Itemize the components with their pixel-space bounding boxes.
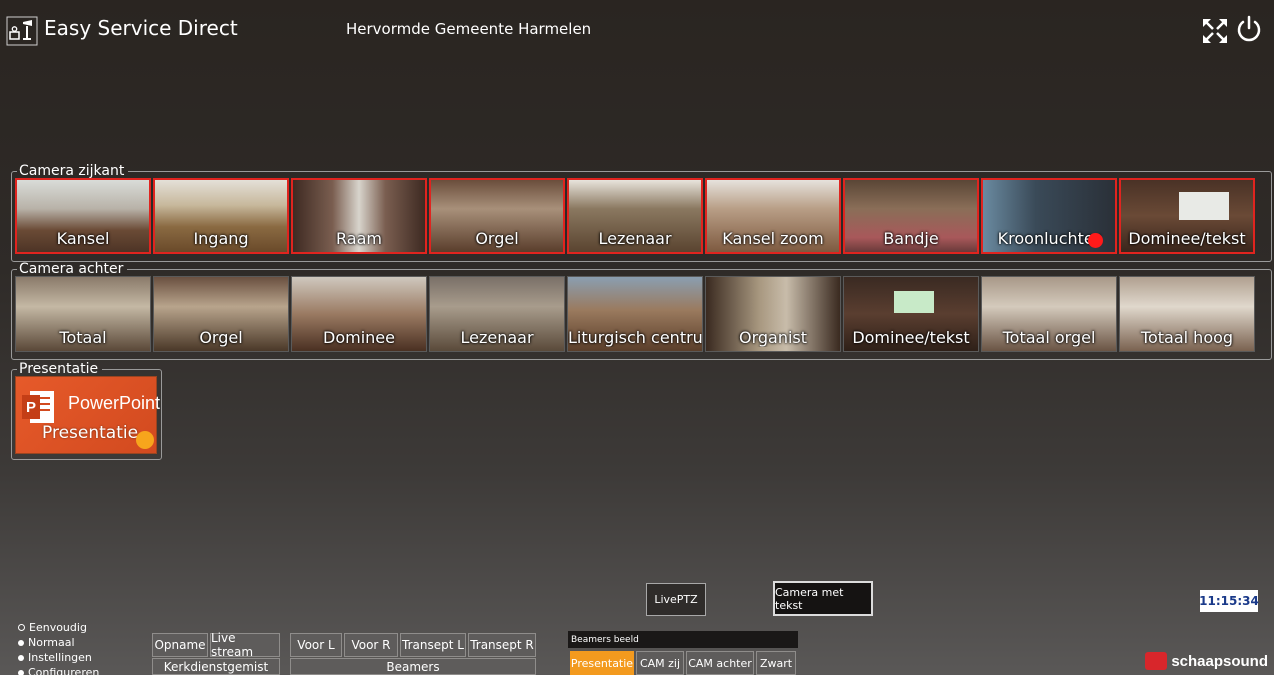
schaapsound-logo-icon	[1145, 652, 1168, 670]
mode-configureren[interactable]: Configureren	[18, 665, 99, 675]
transept-l-button[interactable]: Transept L	[400, 633, 466, 657]
preset-orgel[interactable]: Orgel	[429, 178, 565, 254]
preset-ingang[interactable]: Ingang	[153, 178, 289, 254]
beamers-presentatie-button[interactable]: Presentatie	[570, 651, 634, 675]
radio-selected-icon	[18, 624, 25, 631]
preset-kansel[interactable]: Kansel	[15, 178, 151, 254]
mode-label: Eenvoudig	[29, 621, 87, 634]
active-indicator-dot	[136, 431, 154, 449]
top-bar: Easy Service Direct Hervormde Gemeente H…	[6, 10, 1268, 50]
voor-l-button[interactable]: Voor L	[290, 633, 342, 657]
mode-label: Configureren	[28, 666, 100, 675]
powerpoint-icon: P	[22, 391, 54, 423]
brand-name: schaapsound	[1171, 652, 1268, 670]
preset-bandje[interactable]: Bandje	[843, 178, 979, 254]
voor-r-button[interactable]: Voor R	[344, 633, 398, 657]
camera-zijkant-legend: Camera zijkant	[19, 163, 125, 179]
beamers-zwart-button[interactable]: Zwart	[756, 651, 796, 675]
preset-label: Kansel	[56, 229, 110, 248]
live-stream-button[interactable]: Live stream	[210, 631, 280, 659]
preset-lezenaar[interactable]: Lezenaar	[567, 178, 703, 254]
mode-eenvoudig[interactable]: Eenvoudig	[18, 620, 99, 635]
mode-normaal[interactable]: Normaal	[18, 635, 99, 650]
beamers-cam-achter-button[interactable]: CAM achter	[686, 651, 754, 675]
mode-selector: Eenvoudig Normaal Instellingen Configure…	[18, 620, 99, 675]
svg-text:P: P	[26, 399, 36, 416]
preset-label: Orgel	[199, 328, 243, 347]
camera-settings-icon	[6, 16, 38, 46]
preset-raam[interactable]: Raam	[291, 178, 427, 254]
preset-label: Orgel	[475, 229, 519, 248]
preset-label: Raam	[336, 229, 382, 248]
preset-label: Lezenaar	[598, 229, 672, 248]
mode-label: Instellingen	[28, 651, 92, 664]
preset-label: Organist	[738, 328, 808, 347]
preset-totaal-hoog[interactable]: Totaal hoog	[1119, 276, 1255, 352]
kerkdienstgemist-button[interactable]: Kerkdienstgemist	[152, 658, 280, 675]
power-icon[interactable]	[1234, 14, 1264, 44]
beamers-cam-zij-button[interactable]: CAM zij	[636, 651, 684, 675]
radio-icon	[18, 654, 24, 661]
camera-met-tekst-button[interactable]: Camera met tekst	[773, 581, 873, 616]
preset-kroonluchter[interactable]: Kroonluchter	[981, 178, 1117, 254]
camera-achter-legend: Camera achter	[19, 261, 124, 277]
brand-logo: schaapsound	[1145, 652, 1268, 670]
preset-liturgisch-centrum[interactable]: Liturgisch centrum	[567, 276, 703, 352]
beamers-beeld-title: Beamers beeld	[568, 631, 798, 648]
camera-achter-tiles: Totaal Orgel Dominee Lezenaar Liturgisch…	[15, 276, 1268, 352]
preset-dominee-tekst[interactable]: Dominee/tekst	[1119, 178, 1255, 254]
presentatie-label: Presentatie	[42, 423, 139, 443]
church-name: Hervormde Gemeente Harmelen	[346, 20, 592, 38]
presentatie-tile[interactable]: P PowerPoint Presentatie	[15, 376, 161, 454]
preset-organist[interactable]: Organist	[705, 276, 841, 352]
preset-label: Dominee	[323, 328, 395, 347]
preset-label: Lezenaar	[460, 328, 534, 347]
powerpoint-title: PowerPoint	[68, 393, 161, 413]
preset-totaal-orgel[interactable]: Totaal orgel	[981, 276, 1117, 352]
mode-instellingen[interactable]: Instellingen	[18, 650, 99, 665]
preset-label: Dominee/tekst	[852, 328, 970, 347]
preset-label: Totaal hoog	[1140, 328, 1234, 347]
preset-totaal[interactable]: Totaal	[15, 276, 151, 352]
preset-orgel-achter[interactable]: Orgel	[153, 276, 289, 352]
beamers-button[interactable]: Beamers	[290, 658, 536, 675]
radio-icon	[18, 639, 24, 646]
preset-label: Liturgisch centrum	[568, 328, 702, 347]
preset-dominee[interactable]: Dominee	[291, 276, 427, 352]
clock: 11:15:34	[1199, 590, 1259, 612]
camera-zijkant-group: Camera zijkant Kansel Ingang Raam Orgel …	[11, 164, 1272, 262]
presentatie-legend: Presentatie	[19, 361, 99, 377]
preset-label: Bandje	[883, 229, 939, 248]
transept-r-button[interactable]: Transept R	[468, 633, 536, 657]
mode-label: Normaal	[28, 636, 75, 649]
preset-dominee-tekst-achter[interactable]: Dominee/tekst	[843, 276, 979, 352]
presentatie-group: Presentatie P PowerPoint Presentatie	[11, 362, 162, 460]
opname-button[interactable]: Opname	[152, 633, 208, 657]
camera-zijkant-tiles: Kansel Ingang Raam Orgel Lezenaar Kansel…	[15, 178, 1268, 254]
preset-label: Dominee/tekst	[1128, 229, 1246, 248]
radio-icon	[18, 669, 24, 675]
fullscreen-icon[interactable]	[1200, 16, 1230, 46]
preset-label: Ingang	[193, 229, 249, 248]
active-indicator-dot	[1088, 233, 1103, 248]
app-title: Easy Service Direct	[44, 16, 238, 40]
preset-label: Kansel zoom	[722, 229, 824, 248]
preset-kansel-zoom[interactable]: Kansel zoom	[705, 178, 841, 254]
preset-label: Totaal orgel	[1002, 328, 1096, 347]
preset-label: Totaal	[59, 328, 107, 347]
preset-lezenaar-achter[interactable]: Lezenaar	[429, 276, 565, 352]
liveptz-button[interactable]: LivePTZ	[646, 583, 706, 616]
camera-achter-group: Camera achter Totaal Orgel Dominee Lezen…	[11, 262, 1272, 360]
